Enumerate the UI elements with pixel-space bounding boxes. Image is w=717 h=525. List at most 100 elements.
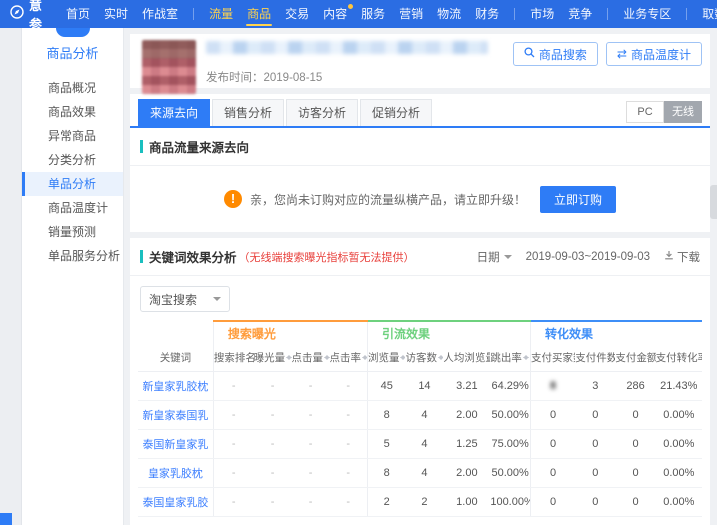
sidebar-item-abnormal-goods[interactable]: 异常商品: [22, 124, 123, 148]
nav-item-war-room[interactable]: 作战室: [135, 0, 185, 28]
product-search-button[interactable]: 商品搜索: [512, 42, 598, 66]
keyword-link[interactable]: 皇家乳胶枕: [148, 468, 203, 480]
order-now-button[interactable]: 立即订购: [540, 185, 617, 213]
product-thermometer-button[interactable]: ⇄ 商品温度计: [605, 42, 702, 66]
cell: 50.00%: [490, 458, 531, 488]
cell-value: 4: [421, 408, 428, 421]
nav-item-content[interactable]: 内容: [316, 0, 354, 28]
cell: -: [329, 458, 368, 488]
cell: 8: [366, 400, 406, 430]
cell-value: 0: [632, 437, 639, 450]
corner-widget[interactable]: [0, 513, 12, 525]
cell-value: 0: [550, 495, 557, 508]
nav-item-market[interactable]: 市场: [523, 0, 561, 28]
col-header[interactable]: 支付转化率: [655, 345, 702, 372]
cell-value: 14: [418, 379, 431, 392]
keyword-link[interactable]: 新皇家乳胶枕: [142, 381, 208, 393]
cell-value: 8: [550, 379, 557, 392]
sort-icon: [400, 353, 406, 362]
cell: -: [291, 371, 330, 401]
keyword-link[interactable]: 泰国新皇家乳: [142, 439, 208, 451]
tab-promotion-analysis[interactable]: 促销分析: [360, 99, 432, 126]
col-header[interactable]: 浏览量: [366, 345, 406, 372]
keyword-table: 搜索曝光引流效果转化效果 关键词搜索排名曝光量点击量点击率浏览量访客数人均浏览量…: [138, 320, 702, 517]
cell: -: [212, 429, 254, 459]
cell: -: [329, 487, 368, 517]
toggle-pc[interactable]: PC: [626, 101, 664, 123]
sidebar-item-category-analysis[interactable]: 分类分析: [22, 148, 123, 172]
nav-item-traffic[interactable]: 流量: [202, 0, 240, 28]
toggle-wireless[interactable]: 无线: [664, 101, 702, 123]
nav-item-trade[interactable]: 交易: [278, 0, 316, 28]
cell-value: -: [231, 466, 236, 479]
col-header[interactable]: 点击率: [329, 345, 368, 372]
sidebar: 商品分析 商品概况 商品效果 异常商品 分类分析 单品分析 商品温度计 销量预测 单品服务分析: [0, 28, 124, 525]
cell-value: 0.00%: [663, 437, 695, 450]
keyword-link[interactable]: 泰国皇家乳胶: [142, 497, 208, 509]
cell-value: -: [346, 437, 351, 450]
tab-visitor-analysis[interactable]: 访客分析: [286, 99, 358, 126]
nav-item-goods[interactable]: 商品: [240, 0, 278, 28]
sidebar-item-goods-thermometer[interactable]: 商品温度计: [22, 196, 123, 220]
traffic-source-select[interactable]: 淘宝搜索: [140, 286, 230, 312]
nav-separator: [686, 8, 688, 20]
keyword-cell: 新皇家泰国乳: [138, 400, 214, 430]
nav-item-finance[interactable]: 财务: [468, 0, 506, 28]
col-header[interactable]: 点击量: [291, 345, 330, 372]
group-header: 转化效果: [530, 320, 702, 345]
nav-item-competition[interactable]: 竞争: [561, 0, 599, 28]
cell-value: 64.29%: [491, 379, 529, 392]
cell: 0: [530, 458, 576, 488]
col-header[interactable]: 曝光量: [253, 345, 292, 372]
keyword-cell: 皇家乳胶枕: [138, 458, 214, 488]
nav-item-data-fetch[interactable]: 取数: [695, 0, 717, 28]
col-header[interactable]: 搜索排名: [212, 345, 254, 372]
nav-item-business-zone[interactable]: 业务专区: [616, 0, 678, 28]
feedback-tab[interactable]: [710, 185, 717, 219]
sidebar-item-goods-overview[interactable]: 商品概况: [22, 76, 123, 100]
cell: 4: [405, 429, 444, 459]
sidebar-collapse-tab[interactable]: [55, 28, 90, 37]
tabs: 来源去向 销售分析 访客分析 促销分析: [138, 99, 434, 126]
cell: 50.00%: [490, 400, 531, 430]
col-header[interactable]: 跳出率: [490, 345, 531, 372]
cell-value: -: [270, 466, 275, 479]
cell-value: 75.00%: [491, 437, 529, 450]
pagination: <12..5下一页 >共5页: [130, 517, 710, 525]
sidebar-item-sales-forecast[interactable]: 销量预测: [22, 220, 123, 244]
cell-value: 0: [550, 408, 557, 421]
cell-value: 2.00: [456, 408, 478, 421]
sidebar-items: 商品概况 商品效果 异常商品 分类分析 单品分析 商品温度计 销量预测 单品服务分析: [22, 76, 123, 268]
cell: 0: [530, 400, 576, 430]
sidebar-item-single-item-analysis[interactable]: 单品分析: [22, 172, 123, 196]
cell-value: -: [270, 437, 275, 450]
cell: -: [212, 458, 254, 488]
date-dropdown[interactable]: 日期: [477, 249, 512, 265]
col-header[interactable]: 访客数: [405, 345, 444, 372]
nav-item-marketing[interactable]: 营销: [392, 0, 430, 28]
tab-sales-analysis[interactable]: 销售分析: [212, 99, 284, 126]
brand-logo[interactable]: 生意参谋: [10, 0, 43, 52]
cell-value: 0: [550, 437, 557, 450]
cell: -: [291, 429, 330, 459]
col-header[interactable]: 支付件数: [575, 345, 616, 372]
tab-source-destination[interactable]: 来源去向: [138, 99, 210, 126]
nav-item-service[interactable]: 服务: [354, 0, 392, 28]
nav-separator: [607, 8, 609, 20]
col-header[interactable]: 支付金额: [615, 345, 656, 372]
nav-item-realtime[interactable]: 实时: [97, 0, 135, 28]
cell: -: [253, 458, 292, 488]
date-range[interactable]: 2019-09-03~2019-09-03: [526, 251, 650, 263]
chevron-down-icon: [503, 254, 512, 263]
sidebar-item-goods-effect[interactable]: 商品效果: [22, 100, 123, 124]
sidebar-item-single-item-service[interactable]: 单品服务分析: [22, 244, 123, 268]
table-row: 新皇家泰国乳 - - - - 8 4 2.00 50.00% 0 0 0 0.00%: [138, 400, 702, 430]
keyword-link[interactable]: 新皇家泰国乳: [142, 410, 208, 422]
cell: 0: [575, 429, 616, 459]
download-button[interactable]: 下载: [664, 249, 700, 265]
nav-item-home[interactable]: 首页: [59, 0, 97, 28]
nav-item-logistics[interactable]: 物流: [430, 0, 468, 28]
keyword-section-title: 关键词效果分析: [149, 251, 237, 265]
col-header[interactable]: 人均浏览量: [443, 345, 491, 372]
group-header: 搜索曝光: [212, 320, 368, 345]
